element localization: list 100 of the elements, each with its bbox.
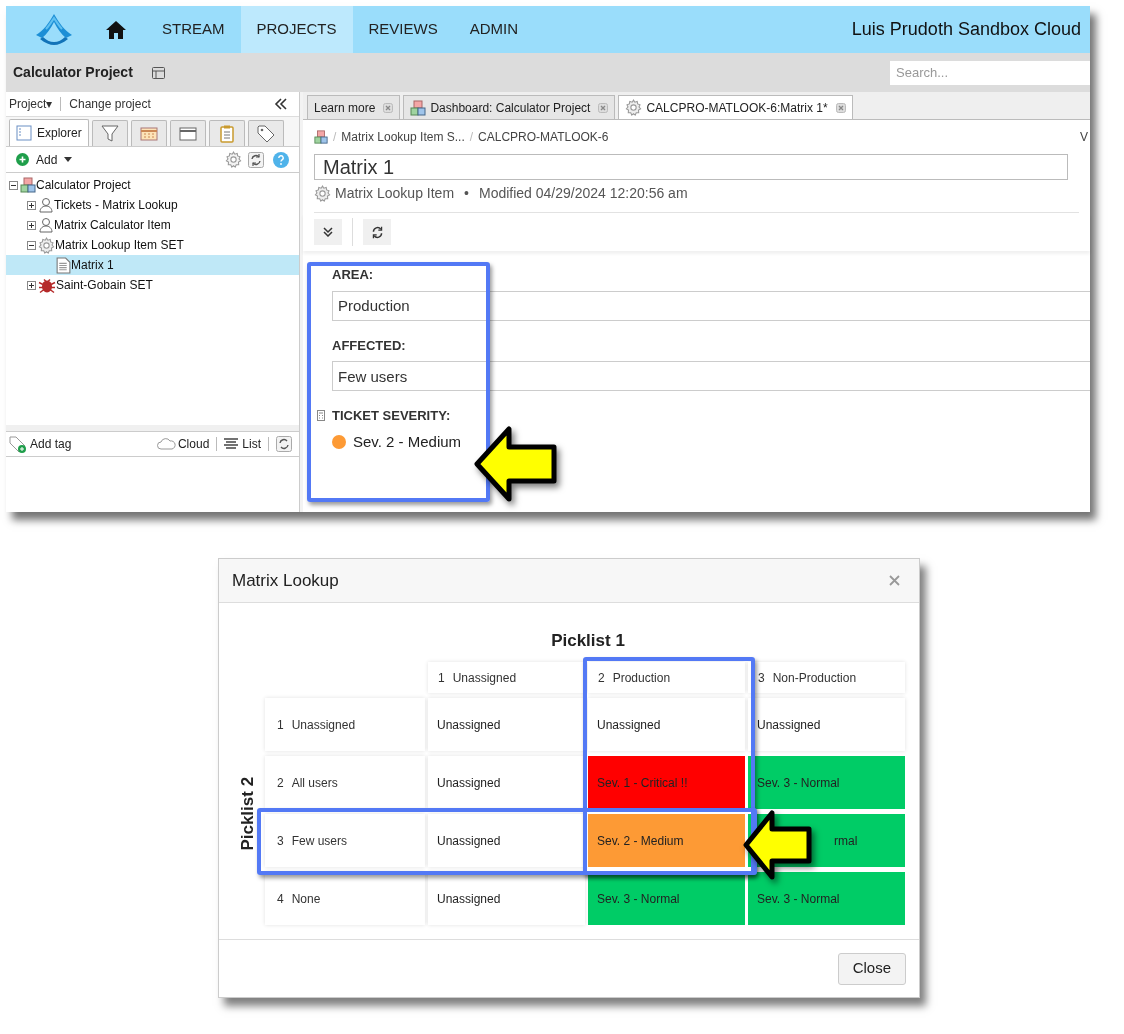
account-name: Luis Prudoth Sandbox Cloud xyxy=(851,18,1081,41)
axis-title: Picklist 1 xyxy=(550,630,626,652)
refresh-button[interactable] xyxy=(363,219,391,245)
severity-value: Sev. 2 - Medium xyxy=(353,431,462,452)
header-cell: 3 Few users xyxy=(265,814,425,867)
matrix-cell: Unassigned xyxy=(588,698,745,751)
project-icon xyxy=(20,177,36,193)
matrix-cell: Unassigned xyxy=(428,872,585,925)
breadcrumb-separator: / xyxy=(333,129,337,146)
separator-dot: • xyxy=(464,183,469,203)
list-icon xyxy=(224,438,239,450)
explorer-icon xyxy=(16,125,32,141)
plus-icon xyxy=(16,153,29,166)
matrix-cell: Sev. 3 - Normal xyxy=(748,872,905,925)
tree-item[interactable]: Saint-Gobain SET xyxy=(6,275,299,295)
input-field[interactable]: Production xyxy=(332,290,1090,321)
dialog-title: Matrix Lookup xyxy=(232,569,339,592)
input-field[interactable]: Few users xyxy=(332,361,1090,391)
tree-item[interactable]: Matrix Calculator Item xyxy=(6,215,299,235)
expand-box-icon xyxy=(27,200,36,210)
nav-tab[interactable]: ADMIN xyxy=(453,6,535,53)
callout-arrow xyxy=(741,809,813,881)
search-field[interactable]: Search... xyxy=(890,60,1090,85)
settings-icon[interactable] xyxy=(225,151,242,168)
document-icon xyxy=(56,256,71,274)
project-title: Calculator Project xyxy=(13,63,133,82)
matrix-cell: Sev. 1 - Critical !! xyxy=(588,756,745,809)
breadcrumb-link[interactable]: CALCPRO-MATLOOK-6 xyxy=(478,128,609,146)
header-cell: 1 Unassigned xyxy=(428,662,585,693)
matrix-cell: Unassigned xyxy=(428,814,585,867)
field-label: AREA: xyxy=(332,266,374,284)
project-menu[interactable]: Project▾ xyxy=(9,95,53,113)
matrix-cell: Sev. 2 - Medium xyxy=(588,814,745,867)
breadcrumb-separator: / xyxy=(469,129,474,146)
item-type: Matrix Lookup Item xyxy=(335,183,455,203)
collapse-icon[interactable] xyxy=(274,98,288,110)
user-icon xyxy=(38,197,54,213)
double-chevron-icon xyxy=(323,227,333,237)
gear-icon xyxy=(314,184,331,202)
cloud-icon xyxy=(156,438,176,450)
logo-icon xyxy=(35,12,73,47)
add-button[interactable]: Add xyxy=(16,150,73,169)
close-icon[interactable] xyxy=(598,102,609,113)
header-cell: 2 Production xyxy=(588,662,745,693)
tag-add-icon xyxy=(9,435,29,453)
explorer-tab[interactable]: Explorer xyxy=(9,119,89,146)
matrix-cell: Unassigned xyxy=(428,756,585,809)
sidebar-tab[interactable] xyxy=(91,120,128,146)
document-tab[interactable]: Learn more xyxy=(307,95,401,119)
sidebar-tab[interactable] xyxy=(169,120,206,146)
tree-item[interactable]: Calculator Project xyxy=(6,175,299,195)
document-tab[interactable]: Dashboard: Calculator Project xyxy=(403,95,616,119)
close-button[interactable]: Close xyxy=(837,952,906,985)
bug-icon xyxy=(38,276,56,294)
title-field[interactable]: Matrix 1 xyxy=(314,154,1068,180)
field-label: AFFECTED: xyxy=(332,336,406,355)
tag-icon xyxy=(255,123,276,144)
gear-icon xyxy=(625,99,643,116)
header-cell: 2 All users xyxy=(265,756,425,809)
change-project-link[interactable]: Change project xyxy=(69,95,151,113)
sidebar-tab[interactable] xyxy=(247,120,284,146)
sidebar-tab[interactable] xyxy=(130,120,167,146)
list-button[interactable]: List xyxy=(224,435,261,453)
expand-box-icon xyxy=(27,220,36,230)
home-icon[interactable] xyxy=(105,19,127,40)
matrix-cell: Sev. 3 - Normal xyxy=(748,756,905,809)
add-tag-button[interactable]: Add tag xyxy=(9,435,72,453)
breadcrumb-link[interactable]: Matrix Lookup Item S... xyxy=(341,128,465,146)
close-icon[interactable] xyxy=(835,102,846,113)
close-icon[interactable] xyxy=(383,102,394,113)
tree-item[interactable]: Tickets - Matrix Lookup xyxy=(6,195,299,215)
refresh-icon[interactable] xyxy=(248,151,264,168)
collapse-box-icon xyxy=(9,180,18,190)
user-icon xyxy=(38,217,54,233)
document-tab[interactable]: CALCPRO-MATLOOK-6:Matrix 1* xyxy=(618,95,853,119)
cloud-button[interactable]: Cloud xyxy=(156,435,210,453)
field-label: TICKET SEVERITY: xyxy=(332,407,451,425)
expand-button[interactable] xyxy=(314,219,342,245)
nav-tab[interactable]: PROJECTS xyxy=(240,6,353,53)
caret-icon xyxy=(64,157,73,162)
header-cell: 1 Unassigned xyxy=(265,698,425,751)
tree-item[interactable]: Matrix Lookup Item SET xyxy=(6,235,299,255)
project-icon xyxy=(410,99,427,116)
nav-tab[interactable]: REVIEWS xyxy=(352,6,454,53)
modified-date: Modified 04/29/2024 12:20:56 am xyxy=(478,183,688,203)
nav-tab[interactable]: STREAM xyxy=(146,6,241,53)
help-icon[interactable] xyxy=(273,151,289,168)
gear-icon xyxy=(38,236,55,254)
refresh-icon xyxy=(370,225,384,239)
matrix-cell: Sev. 3 - Normal xyxy=(588,872,745,925)
close-icon[interactable] xyxy=(889,575,900,586)
header-cell: 3 Non-Production xyxy=(748,662,905,693)
calculator-icon xyxy=(317,410,325,422)
project-icon[interactable] xyxy=(314,130,328,144)
layout-icon[interactable] xyxy=(151,66,165,79)
refresh-icon[interactable] xyxy=(276,436,292,452)
tree-item[interactable]: Matrix 1 xyxy=(6,255,299,275)
header-cell: 4 None xyxy=(265,872,425,925)
collapse-box-icon xyxy=(27,240,36,250)
expand-box-icon xyxy=(27,280,36,290)
